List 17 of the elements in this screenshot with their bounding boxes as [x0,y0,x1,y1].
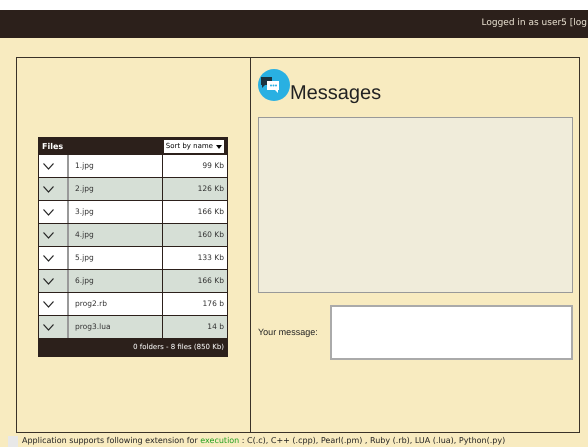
chevron-icon[interactable] [43,300,54,308]
chevron-icon[interactable] [43,186,54,192]
chat-bubbles-icon [258,69,290,101]
chevron-icon[interactable] [43,162,54,170]
chevron-icon[interactable] [43,208,54,216]
login-status: Logged in as user5 [log [482,17,587,30]
chevron-icon[interactable] [43,232,54,238]
messages-title: Messages [290,83,382,103]
chevron-icon[interactable] [43,278,54,284]
corner-block [8,436,18,447]
message-input[interactable] [330,305,573,360]
chevron-icon[interactable] [43,254,54,262]
caret-icon [216,144,222,148]
chevron-icon[interactable] [43,324,54,330]
extensions-note: Application supports following extension for execution : C(.c), C++ (.cpp), Pearl(.pm) , Ruby (.rb), LUA (.lua), Python(.py) [22,436,506,446]
files-title: Files [42,140,64,152]
message-label: Your message: [258,326,319,339]
